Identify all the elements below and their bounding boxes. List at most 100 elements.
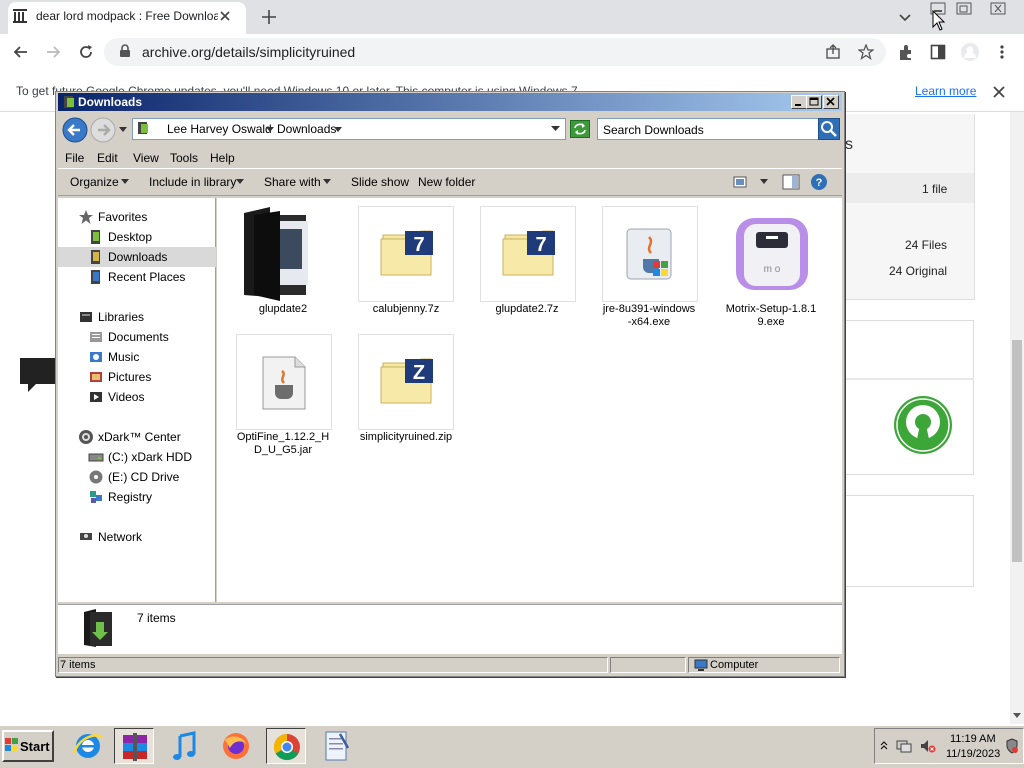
new-tab-icon[interactable]: [260, 8, 278, 26]
lock-icon[interactable]: [118, 44, 132, 58]
network-tray-icon[interactable]: [896, 739, 912, 753]
tab-close-icon[interactable]: [218, 9, 232, 23]
help-icon[interactable]: ?: [810, 173, 828, 191]
side-panel-icon[interactable]: [930, 44, 946, 60]
file-name[interactable]: glupdate2: [228, 303, 338, 316]
browser-close-icon[interactable]: [990, 2, 1008, 16]
nav-downloads[interactable]: Downloads: [108, 250, 167, 264]
reload-icon[interactable]: [77, 43, 95, 61]
slide-show-button[interactable]: Slide show: [351, 175, 409, 189]
winrar-icon[interactable]: [114, 728, 154, 764]
scroll-down-arrow-icon[interactable]: [1012, 710, 1022, 720]
tray-expand-icon[interactable]: [880, 740, 888, 750]
firefox-icon[interactable]: [216, 728, 256, 764]
volume-muted-icon[interactable]: [920, 739, 936, 753]
nav-e-drive[interactable]: (E:) CD Drive: [108, 470, 179, 484]
browser-restore-icon[interactable]: [956, 2, 974, 16]
menu-view[interactable]: View: [133, 151, 159, 165]
address-dropdown-icon[interactable]: [551, 126, 560, 132]
file-name-line1[interactable]: jre-8u391-windows: [594, 303, 704, 316]
file-name[interactable]: glupdate2.7z: [472, 303, 582, 316]
url-text[interactable]: archive.org/details/simplicityruined: [142, 44, 355, 60]
nav-documents[interactable]: Documents: [108, 330, 169, 344]
nav-c-drive[interactable]: (C:) xDark HDD: [108, 450, 192, 464]
file-item-glupdate2-7z[interactable]: 7: [480, 206, 576, 302]
history-dropdown-icon[interactable]: [118, 126, 128, 134]
include-in-library-button[interactable]: Include in library: [149, 175, 236, 189]
file-item-simplicityruined[interactable]: Z: [358, 334, 454, 430]
menu-file[interactable]: File: [65, 151, 84, 165]
start-label[interactable]: Start: [20, 739, 50, 754]
nav-computer[interactable]: xDark™ Center: [98, 430, 181, 444]
library-caret-icon[interactable]: [236, 179, 244, 184]
infobar-close-icon[interactable]: [992, 85, 1006, 99]
music-icon[interactable]: [166, 728, 206, 764]
menu-help[interactable]: Help: [210, 151, 235, 165]
profile-avatar-icon[interactable]: [960, 42, 980, 62]
clock-date[interactable]: 11/19/2023: [946, 748, 1000, 760]
file-item-glupdate2[interactable]: [240, 205, 320, 301]
view-caret-icon[interactable]: [760, 179, 768, 184]
file-name-line1[interactable]: Motrix-Setup-1.8.1: [716, 303, 826, 316]
share-with-button[interactable]: Share with: [264, 175, 321, 189]
nav-network[interactable]: Network: [98, 530, 142, 544]
explorer-back-icon[interactable]: [62, 117, 88, 143]
file-name-line1[interactable]: OptiFine_1.12.2_H: [228, 431, 338, 444]
refresh-icon[interactable]: [570, 120, 590, 138]
explorer-close-button[interactable]: [823, 95, 839, 109]
nav-libraries[interactable]: Libraries: [98, 310, 144, 324]
file-item-jre[interactable]: [602, 206, 698, 302]
preview-pane-icon[interactable]: [782, 174, 800, 190]
breadcrumb-chevron-icon[interactable]: [334, 127, 342, 133]
file-name[interactable]: calubjenny.7z: [351, 303, 461, 316]
breadcrumb-user[interactable]: Lee Harvey Oswald: [167, 122, 272, 136]
breadcrumb-chevron-icon[interactable]: [266, 127, 274, 133]
tab-search-chevron-icon[interactable]: [898, 10, 912, 24]
nav-desktop[interactable]: Desktop: [108, 230, 152, 244]
forward-arrow-icon[interactable]: [44, 43, 62, 61]
bookmark-star-icon[interactable]: [858, 44, 874, 60]
file-item-motrix[interactable]: m o: [724, 206, 820, 302]
file-name-line2[interactable]: D_U_G5.jar: [228, 444, 338, 457]
nav-pictures[interactable]: Pictures: [108, 370, 151, 384]
back-arrow-icon[interactable]: [12, 43, 30, 61]
chrome-icon[interactable]: [266, 728, 306, 764]
file-name-line2[interactable]: -x64.exe: [594, 316, 704, 329]
search-input[interactable]: Search Downloads: [603, 123, 704, 137]
organize-button[interactable]: Organize: [70, 175, 119, 189]
extensions-puzzle-icon[interactable]: [897, 44, 915, 62]
browser-menu-icon[interactable]: [997, 44, 1007, 60]
menu-edit[interactable]: Edit: [97, 151, 118, 165]
new-folder-button[interactable]: New folder: [418, 175, 475, 189]
card-row: [845, 173, 974, 203]
recent-places-icon: [88, 269, 104, 285]
nav-music[interactable]: Music: [108, 350, 139, 364]
scrollbar-thumb[interactable]: [1012, 340, 1022, 562]
nav-favorites[interactable]: Favorites: [98, 210, 147, 224]
file-name[interactable]: simplicityruined.zip: [351, 431, 461, 444]
file-item-calubjenny[interactable]: 7: [358, 206, 454, 302]
organize-caret-icon[interactable]: [121, 179, 129, 184]
breadcrumb-downloads[interactable]: Downloads: [277, 122, 336, 136]
explorer-maximize-button[interactable]: [806, 95, 822, 109]
change-view-icon[interactable]: [733, 175, 749, 189]
explorer-minimize-button[interactable]: [791, 95, 807, 109]
nav-registry[interactable]: Registry: [108, 490, 152, 504]
menu-tools[interactable]: Tools: [170, 151, 198, 165]
clock-time[interactable]: 11:19 AM: [950, 733, 996, 745]
nav-videos[interactable]: Videos: [108, 390, 144, 404]
nav-recent-places[interactable]: Recent Places: [108, 270, 185, 284]
share-icon[interactable]: [825, 44, 841, 60]
learn-more-link[interactable]: Learn more: [915, 84, 976, 98]
file-item-optifine[interactable]: [236, 334, 332, 430]
explorer-titlebar[interactable]: [58, 93, 842, 111]
search-icon[interactable]: [818, 118, 840, 140]
notepad-icon[interactable]: [316, 728, 356, 764]
chat-bubble-icon[interactable]: [20, 358, 56, 392]
file-name-line2[interactable]: 9.exe: [716, 316, 826, 329]
archive-favicon-icon: [12, 8, 28, 24]
share-caret-icon[interactable]: [323, 179, 331, 184]
action-center-icon[interactable]: [1006, 738, 1018, 754]
internet-explorer-icon[interactable]: [68, 728, 108, 764]
explorer-forward-icon[interactable]: [90, 117, 116, 143]
